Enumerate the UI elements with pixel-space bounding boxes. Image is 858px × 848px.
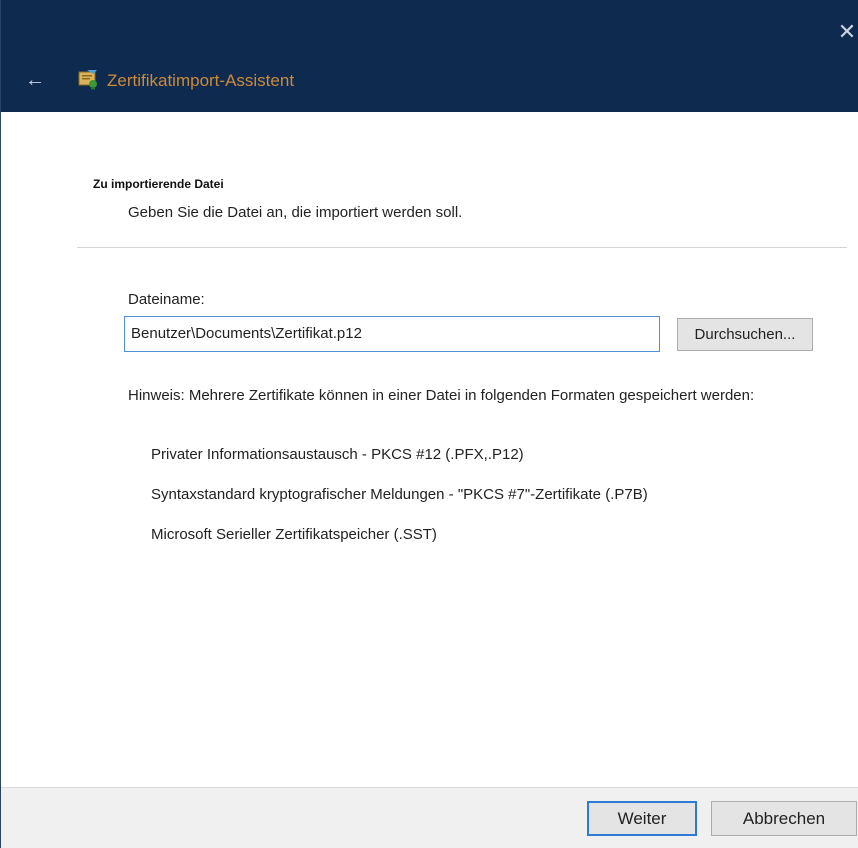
header-divider <box>77 247 847 248</box>
close-icon[interactable]: ✕ <box>835 20 858 44</box>
title-bar: ✕ ← Zertifikatimport-Assistent <box>1 0 858 112</box>
format-item-pkcs12: Privater Informationsaustausch - PKCS #1… <box>151 446 524 463</box>
window-title: Zertifikatimport-Assistent <box>107 71 295 90</box>
format-item-pkcs7: Syntaxstandard kryptografischer Meldunge… <box>151 486 648 503</box>
filename-label: Dateiname: <box>128 291 205 308</box>
section-subtitle: Geben Sie die Datei an, die importiert w… <box>128 204 463 221</box>
browse-button[interactable]: Durchsuchen... <box>677 318 813 351</box>
certificate-icon <box>77 68 99 90</box>
filename-input[interactable]: Benutzer\Documents\Zertifikat.p12 <box>124 316 660 352</box>
back-arrow-icon[interactable]: ← <box>25 70 45 90</box>
format-hint: Hinweis: Mehrere Zertifikate können in e… <box>128 387 755 404</box>
certificate-import-wizard-window: ✕ ← Zertifikatimport-Assistent Zu import… <box>0 0 858 848</box>
format-item-sst: Microsoft Serieller Zertifikatspeicher (… <box>151 526 437 543</box>
cancel-button[interactable]: Abbrechen <box>711 801 857 836</box>
section-title: Zu importierende Datei <box>93 177 224 191</box>
next-button[interactable]: Weiter <box>587 801 697 836</box>
